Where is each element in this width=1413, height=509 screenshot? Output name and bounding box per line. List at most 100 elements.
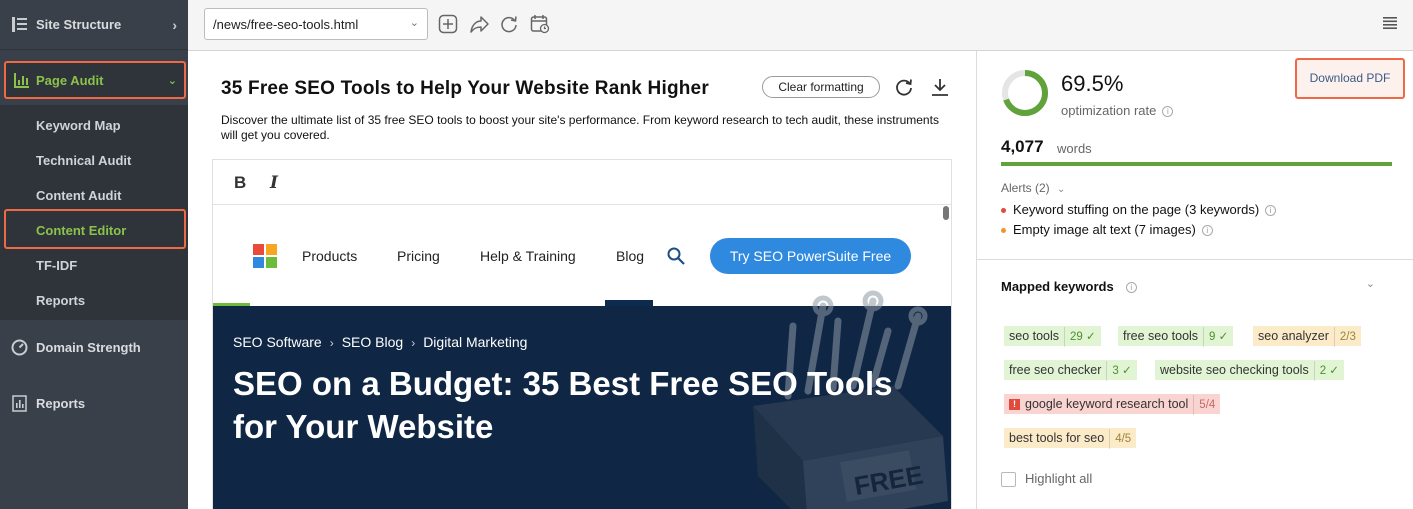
- highlight-all-checkbox[interactable]: [1001, 472, 1016, 488]
- keyword-tag[interactable]: seo analyzer 2/3: [1253, 326, 1361, 347]
- keyword-text: free seo checker: [1009, 363, 1102, 377]
- search-icon[interactable]: [667, 247, 685, 265]
- alert-dot-orange: [1001, 228, 1006, 234]
- chevron-down-icon[interactable]: ⌄: [1366, 277, 1375, 290]
- hero-title: SEO on a Budget: 35 Best Free SEO Tools …: [233, 365, 893, 445]
- keyword-count: 9 ✓: [1203, 327, 1228, 347]
- warning-icon: !: [1009, 399, 1020, 411]
- keyword-count-value: 29: [1070, 331, 1083, 343]
- clear-formatting-button[interactable]: Clear formatting: [762, 76, 880, 98]
- alerts-header: Alerts (2): [1001, 181, 1050, 195]
- try-free-button[interactable]: Try SEO PowerSuite Free: [710, 238, 911, 274]
- bold-button[interactable]: B: [234, 173, 246, 193]
- alert-item: Keyword stuffing on the page (3 keywords…: [1001, 202, 1277, 217]
- sidebar-item-keyword-map[interactable]: Keyword Map: [36, 118, 121, 133]
- keyword-tag[interactable]: website seo checking tools 2 ✓: [1155, 360, 1344, 381]
- refresh-icon[interactable]: [499, 14, 519, 34]
- highlight-all-option[interactable]: Highlight all: [1001, 471, 1093, 488]
- optimization-gauge: [1002, 70, 1048, 116]
- sidebar-page-audit[interactable]: Page Audit ⌄: [4, 61, 186, 99]
- url-value: /news/free-seo-tools.html: [213, 17, 359, 32]
- keyword-count: 4/5: [1109, 429, 1131, 449]
- mapped-keywords-header: Mapped keywords i: [1001, 279, 1137, 294]
- keyword-text: seo tools: [1009, 329, 1060, 343]
- sidebar-domain-strength[interactable]: Domain Strength: [0, 330, 188, 364]
- alerts-toggle[interactable]: Alerts (2) ⌄: [1001, 181, 1065, 195]
- content-editor: 35 Free SEO Tools to Help Your Website R…: [188, 51, 977, 509]
- schedule-icon[interactable]: [530, 14, 550, 34]
- nav-pricing[interactable]: Pricing: [397, 248, 440, 264]
- chevron-right-icon: ›: [172, 16, 177, 33]
- word-count: 4,077: [1001, 137, 1044, 156]
- optimization-panel: 69.5% optimization rate i Download PDF 4,…: [977, 51, 1413, 509]
- meta-description[interactable]: Discover the ultimate list of 35 free SE…: [221, 113, 951, 143]
- site-logo[interactable]: [253, 244, 277, 268]
- sidebar-item-reports-sub[interactable]: Reports: [36, 293, 85, 308]
- optimization-rate-value: 69.5%: [1061, 71, 1124, 96]
- nav-products[interactable]: Products: [302, 248, 357, 264]
- rate-label-text: optimization rate: [1061, 103, 1157, 118]
- hero-banner: FREE SEO Software › SEO Blog › Digital Marke…: [213, 290, 951, 509]
- formatting-toolbar: B I: [213, 160, 951, 205]
- keyword-tag[interactable]: free seo checker 3 ✓: [1004, 360, 1137, 381]
- download-icon[interactable]: [930, 77, 950, 97]
- keyword-count: 3 ✓: [1106, 361, 1132, 381]
- alert-item: Empty image alt text (7 images) i: [1001, 222, 1213, 237]
- keyword-count: 2 ✓: [1313, 361, 1339, 381]
- url-select[interactable]: /news/free-seo-tools.html ⌄: [204, 8, 428, 40]
- keyword-count: 2/3: [1333, 327, 1356, 347]
- italic-button[interactable]: I: [270, 173, 278, 193]
- page-audit-icon: [14, 72, 29, 88]
- alert-text: Keyword stuffing on the page (3 keywords…: [1013, 202, 1260, 217]
- keyword-tag[interactable]: ! google keyword research tool 5/4: [1004, 394, 1221, 415]
- sidebar-site-structure[interactable]: Site Structure ›: [0, 0, 188, 50]
- menu-icon[interactable]: [1383, 17, 1397, 29]
- info-icon[interactable]: i: [1125, 282, 1137, 294]
- info-icon[interactable]: i: [1162, 106, 1174, 118]
- share-icon[interactable]: [469, 14, 489, 34]
- word-count-bar: [1001, 162, 1392, 166]
- keyword-tag[interactable]: seo tools 29 ✓: [1004, 326, 1101, 347]
- keyword-count: 29 ✓: [1064, 327, 1096, 347]
- refresh-icon[interactable]: [894, 77, 914, 97]
- keyword-count: 5/4: [1193, 395, 1215, 415]
- alert-text: Empty image alt text (7 images): [1013, 222, 1196, 237]
- add-page-icon[interactable]: [438, 14, 458, 34]
- sidebar-reports[interactable]: Reports: [0, 386, 188, 420]
- keyword-text: free seo tools: [1123, 329, 1199, 343]
- document-title[interactable]: 35 Free SEO Tools to Help Your Website R…: [221, 78, 709, 100]
- sidebar-domain-strength-label: Domain Strength: [36, 339, 141, 355]
- keyword-tag[interactable]: best tools for seo 4/5: [1004, 428, 1137, 449]
- scrollbar-thumb[interactable]: [943, 206, 949, 220]
- info-icon[interactable]: i: [1201, 225, 1213, 237]
- sidebar: Site Structure › Page Audit ⌄ Keyword Ma…: [0, 0, 188, 509]
- download-pdf-button[interactable]: Download PDF: [1295, 58, 1405, 99]
- keyword-count-value: 2: [1319, 365, 1327, 377]
- breadcrumb-item[interactable]: SEO Software: [233, 334, 322, 350]
- sidebar-page-audit-label: Page Audit: [36, 72, 104, 88]
- sidebar-item-tf-idf[interactable]: TF-IDF: [36, 258, 77, 273]
- keyword-count-value: 3: [1112, 365, 1119, 377]
- keyword-count-value: 9: [1209, 331, 1216, 343]
- keyword-tag[interactable]: free seo tools 9 ✓: [1118, 326, 1234, 347]
- nav-help-training[interactable]: Help & Training: [480, 248, 576, 264]
- highlight-all-label: Highlight all: [1025, 471, 1093, 486]
- breadcrumb: SEO Software › SEO Blog › Digital Marketing: [233, 334, 527, 350]
- sidebar-item-content-audit[interactable]: Content Audit: [36, 188, 121, 203]
- nav-blog[interactable]: Blog: [616, 248, 644, 264]
- info-icon[interactable]: i: [1265, 205, 1277, 217]
- word-count-label: words: [1057, 141, 1092, 156]
- chevron-down-icon: ⌄: [167, 74, 177, 87]
- gauge-icon: [11, 339, 28, 355]
- chevron-down-icon: ⌄: [1057, 184, 1066, 195]
- keyword-text: website seo checking tools: [1160, 363, 1309, 377]
- sidebar-item-technical-audit[interactable]: Technical Audit: [36, 153, 131, 168]
- editor-frame: B I Products Pricing Help & Training Blo…: [212, 159, 952, 509]
- keyword-text: best tools for seo: [1009, 431, 1105, 445]
- breadcrumb-item[interactable]: Digital Marketing: [423, 334, 527, 350]
- chevron-down-icon: ⌄: [409, 17, 419, 29]
- breadcrumb-item[interactable]: SEO Blog: [342, 334, 403, 350]
- keyword-text: google keyword research tool: [1025, 397, 1189, 411]
- content-editor-highlight: [4, 209, 186, 249]
- reports-icon: [12, 394, 27, 412]
